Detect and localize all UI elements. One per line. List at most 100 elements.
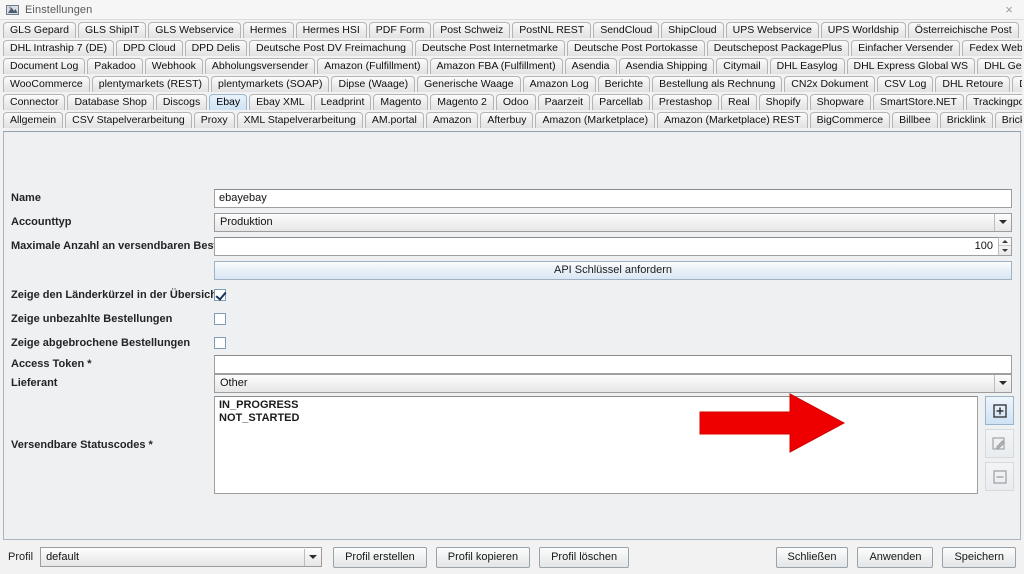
- tab-webhook[interactable]: Webhook: [144, 58, 203, 74]
- tab-paarzeit[interactable]: Paarzeit: [537, 94, 591, 110]
- accounttyp-select[interactable]: Produktion: [214, 212, 1012, 232]
- tab-amazon-fulfillment[interactable]: Amazon (Fulfillment): [317, 58, 428, 74]
- tab-fedex-webservice[interactable]: Fedex Webservice: [962, 40, 1022, 56]
- tab-trackingportal[interactable]: Trackingportal: [965, 94, 1022, 110]
- tab-plentymarkets-soap[interactable]: plentymarkets (SOAP): [211, 76, 330, 92]
- tab-proxy[interactable]: Proxy: [193, 112, 235, 128]
- tab-berichte[interactable]: Berichte: [597, 76, 651, 92]
- copy-profile-button[interactable]: Profil kopieren: [435, 546, 531, 568]
- tab-magento[interactable]: Magento: [373, 94, 429, 110]
- tab-abholungsversender[interactable]: Abholungsversender: [204, 58, 316, 74]
- tab-dpd-delis[interactable]: DPD Delis: [184, 40, 248, 56]
- tab-dhl-express-global-ws[interactable]: DHL Express Global WS: [846, 58, 976, 74]
- tab-ebay[interactable]: Ebay: [209, 94, 248, 110]
- tab-pdf-form[interactable]: PDF Form: [368, 22, 432, 38]
- remove-statuscode-button[interactable]: [985, 462, 1014, 491]
- max-orders-input[interactable]: 100: [214, 236, 998, 256]
- tab-connector[interactable]: Connector: [3, 94, 66, 110]
- tab-gls-shipit[interactable]: GLS ShipIT: [77, 22, 147, 38]
- list-item[interactable]: NOT_STARTED: [217, 412, 977, 425]
- max-orders-stepper[interactable]: [998, 236, 1012, 256]
- lieferant-select[interactable]: Other: [214, 373, 1012, 393]
- tab-dhl-intraship-7-de[interactable]: DHL Intraship 7 (DE): [3, 40, 115, 56]
- request-api-key-button[interactable]: API Schlüssel anfordern: [214, 260, 1012, 280]
- tab-gls-gepard[interactable]: GLS Gepard: [3, 22, 76, 38]
- tab-document-downloader[interactable]: Document Downloader: [1012, 76, 1022, 92]
- tab-afterbuy[interactable]: Afterbuy: [480, 112, 534, 128]
- tab-dhl-retoure[interactable]: DHL Retoure: [935, 76, 1011, 92]
- tab-shipcloud[interactable]: ShipCloud: [661, 22, 724, 38]
- tab-generische-waage[interactable]: Generische Waage: [417, 76, 521, 92]
- add-statuscode-button[interactable]: [985, 396, 1014, 425]
- tab-ups-webservice[interactable]: UPS Webservice: [725, 22, 819, 38]
- statuscodes-listbox[interactable]: IN_PROGRESS NOT_STARTED: [214, 396, 978, 494]
- tab-amazon-fba-fulfillment[interactable]: Amazon FBA (Fulfillment): [429, 58, 563, 74]
- tab-deutsche-post-dv-freimachung[interactable]: Deutsche Post DV Freimachung: [249, 40, 414, 56]
- tab-dhl-easylog[interactable]: DHL Easylog: [769, 58, 845, 74]
- tab-amazon-marketplace-rest[interactable]: Amazon (Marketplace) REST: [657, 112, 808, 128]
- tab-plentymarkets-rest[interactable]: plentymarkets (REST): [91, 76, 210, 92]
- tab-billbee[interactable]: Billbee: [892, 112, 938, 128]
- delete-profile-button[interactable]: Profil löschen: [539, 546, 630, 568]
- tab-sterreichische-post[interactable]: Österreichische Post: [907, 22, 1019, 38]
- tab-amazon-log[interactable]: Amazon Log: [522, 76, 596, 92]
- edit-statuscode-button[interactable]: [985, 429, 1014, 458]
- access-token-input[interactable]: [214, 354, 1012, 374]
- tab-leadprint[interactable]: Leadprint: [313, 94, 372, 110]
- tab-hermes-hsi[interactable]: Hermes HSI: [295, 22, 367, 38]
- tab-shopify[interactable]: Shopify: [758, 94, 808, 110]
- tab-einfacher-versender[interactable]: Einfacher Versender: [851, 40, 961, 56]
- tab-odoo[interactable]: Odoo: [495, 94, 536, 110]
- tab-xml-stapelverarbeitung[interactable]: XML Stapelverarbeitung: [236, 112, 363, 128]
- show-cancelled-orders-checkbox[interactable]: [214, 337, 226, 349]
- show-country-code-checkbox[interactable]: [214, 289, 226, 301]
- tab-sendcloud[interactable]: SendCloud: [593, 22, 660, 38]
- tab-dpd-cloud[interactable]: DPD Cloud: [116, 40, 183, 56]
- tab-pakadoo[interactable]: Pakadoo: [87, 58, 143, 74]
- tab-asendia-shipping[interactable]: Asendia Shipping: [618, 58, 715, 74]
- tab-hermes[interactable]: Hermes: [242, 22, 294, 38]
- save-button[interactable]: Speichern: [942, 546, 1016, 568]
- profile-select[interactable]: default: [40, 547, 323, 567]
- tab-csv-log[interactable]: CSV Log: [877, 76, 934, 92]
- tab-deutsche-post-portokasse[interactable]: Deutsche Post Portokasse: [567, 40, 705, 56]
- tab-cn2x-dokument[interactable]: CN2x Dokument: [784, 76, 876, 92]
- stepper-up-icon[interactable]: [999, 238, 1011, 246]
- show-unpaid-orders-checkbox[interactable]: [214, 313, 226, 325]
- tab-smartstore-net[interactable]: SmartStore.NET: [872, 94, 964, 110]
- create-profile-button[interactable]: Profil erstellen: [333, 546, 427, 568]
- tab-gls-webservice[interactable]: GLS Webservice: [148, 22, 241, 38]
- tab-deutschepost-packageplus[interactable]: Deutschepost PackagePlus: [706, 40, 850, 56]
- stepper-down-icon[interactable]: [999, 246, 1011, 255]
- tab-dhl-gesch-ftskundenversand[interactable]: DHL Geschäftskundenversand: [977, 58, 1022, 74]
- tab-real[interactable]: Real: [721, 94, 757, 110]
- tab-ups-worldship[interactable]: UPS Worldship: [820, 22, 906, 38]
- tab-shopware[interactable]: Shopware: [809, 94, 871, 110]
- tab-postnl-rest[interactable]: PostNL REST: [512, 22, 592, 38]
- tab-allgemein[interactable]: Allgemein: [3, 112, 64, 128]
- list-item[interactable]: IN_PROGRESS: [217, 399, 977, 412]
- close-button[interactable]: Schließen: [775, 546, 849, 568]
- tab-post-schweiz[interactable]: Post Schweiz: [433, 22, 511, 38]
- tab-woocommerce[interactable]: WooCommerce: [3, 76, 90, 92]
- tab-discogs[interactable]: Discogs: [155, 94, 208, 110]
- tab-dipse-waage[interactable]: Dipse (Waage): [331, 76, 416, 92]
- tab-prestashop[interactable]: Prestashop: [651, 94, 720, 110]
- tab-ebay-xml[interactable]: Ebay XML: [249, 94, 312, 110]
- tab-database-shop[interactable]: Database Shop: [67, 94, 154, 110]
- name-input[interactable]: ebayebay: [214, 188, 1012, 208]
- chevron-down-icon[interactable]: [994, 374, 1011, 392]
- tab-csv-stapelverarbeitung[interactable]: CSV Stapelverarbeitung: [65, 112, 192, 128]
- tab-amazon-marketplace[interactable]: Amazon (Marketplace): [535, 112, 656, 128]
- tab-am-portal[interactable]: AM.portal: [364, 112, 424, 128]
- apply-button[interactable]: Anwenden: [857, 546, 934, 568]
- tab-deutsche-post-internetmarke[interactable]: Deutsche Post Internetmarke: [415, 40, 565, 56]
- tab-brickowl[interactable]: Brickowl: [994, 112, 1022, 128]
- chevron-down-icon[interactable]: [304, 548, 321, 566]
- tab-bricklink[interactable]: Bricklink: [939, 112, 993, 128]
- chevron-down-icon[interactable]: [994, 213, 1011, 231]
- tab-document-log[interactable]: Document Log: [3, 58, 86, 74]
- close-icon[interactable]: ×: [998, 1, 1020, 19]
- tab-bigcommerce[interactable]: BigCommerce: [809, 112, 891, 128]
- tab-magento-2[interactable]: Magento 2: [430, 94, 494, 110]
